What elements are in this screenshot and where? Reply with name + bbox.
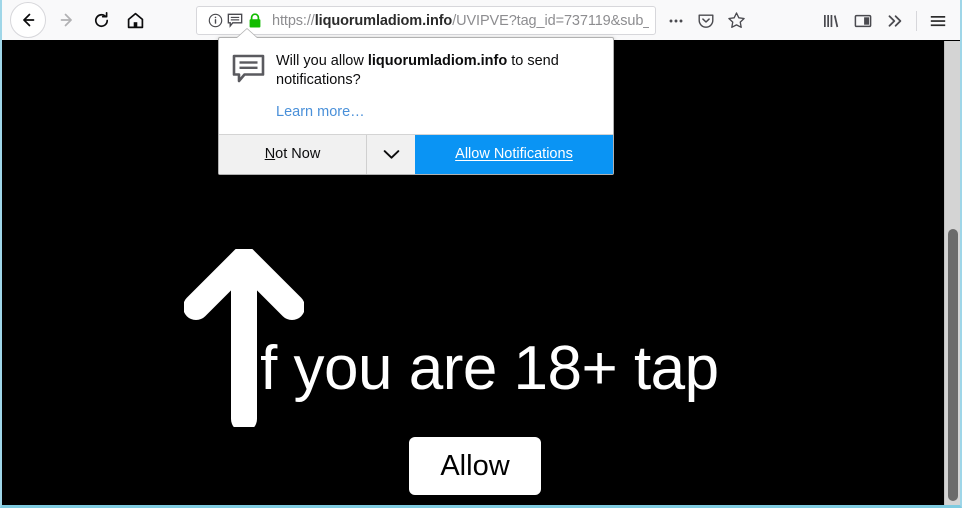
page-headline: If you are 18+ tap (243, 334, 719, 403)
reload-button[interactable] (84, 3, 118, 37)
notification-permission-popup: Will you allow liquorumladiom.info to se… (218, 29, 614, 175)
chevron-double-right-icon (888, 14, 902, 27)
url-text[interactable]: https://liquorumladiom.info/UVIPVE?tag_i… (272, 13, 649, 29)
not-now-label: ot Now (275, 146, 321, 163)
back-button[interactable] (10, 2, 46, 38)
scrollbar-thumb[interactable] (948, 229, 958, 501)
sidebar-button[interactable] (847, 5, 879, 37)
pocket-icon[interactable] (692, 8, 720, 34)
allow-notifications-button[interactable]: Allow Notifications (415, 134, 613, 174)
allow-button[interactable]: Allow (409, 437, 541, 495)
popup-dropmarker-button[interactable] (367, 134, 415, 174)
not-now-button[interactable]: Not Now (219, 134, 367, 174)
home-button[interactable] (118, 3, 152, 37)
bookmark-star-icon[interactable] (722, 8, 750, 34)
library-icon (824, 14, 839, 27)
url-scheme: https:// (272, 12, 315, 29)
popup-pointer (237, 29, 257, 38)
arrow-right-icon (60, 13, 72, 27)
toolbar-divider (916, 10, 917, 31)
popup-message-prefix: Will you allow (276, 53, 368, 69)
sidebar-icon (854, 14, 872, 27)
url-domain: liquorumladiom.info (314, 12, 453, 29)
popup-footer: Not Now Allow Notifications (219, 133, 613, 174)
popup-body: Will you allow liquorumladiom.info to se… (219, 38, 613, 134)
overflow-button[interactable] (879, 5, 911, 37)
popup-message-domain: liquorumladiom.info (367, 53, 508, 69)
hamburger-menu-icon (930, 15, 946, 26)
home-icon (127, 12, 143, 28)
chevron-down-icon (383, 149, 399, 159)
library-button[interactable] (815, 5, 847, 37)
learn-more-link[interactable]: Learn more… (276, 104, 365, 120)
allow-notifications-label: Allow Notifications (455, 146, 573, 163)
browser-window: https://liquorumladiom.info/UVIPVE?tag_i… (0, 0, 962, 508)
allow-button-label: Allow (440, 449, 510, 482)
popup-message: Will you allow liquorumladiom.info to se… (276, 52, 597, 91)
access-instruction-text: To access the content, click Allow! (42, 503, 474, 505)
toolbar-right-buttons (815, 4, 954, 37)
not-now-accesskey: N (264, 146, 276, 163)
address-bar[interactable]: https://liquorumladiom.info/UVIPVE?tag_i… (196, 6, 656, 35)
identity-info-icon[interactable] (205, 10, 225, 32)
url-path: /UVIPVE?tag_id=737119&sub_ (452, 12, 649, 29)
popup-content: Will you allow liquorumladiom.info to se… (272, 52, 597, 130)
reload-icon (94, 11, 108, 27)
page-actions-icon[interactable] (662, 8, 690, 34)
vertical-scrollbar[interactable] (944, 41, 960, 505)
arrow-left-icon (23, 13, 35, 27)
forward-button[interactable] (50, 3, 84, 37)
urlbar-action-buttons (662, 6, 754, 35)
app-menu-button[interactable] (922, 5, 954, 37)
notification-bubble-icon (232, 52, 272, 130)
